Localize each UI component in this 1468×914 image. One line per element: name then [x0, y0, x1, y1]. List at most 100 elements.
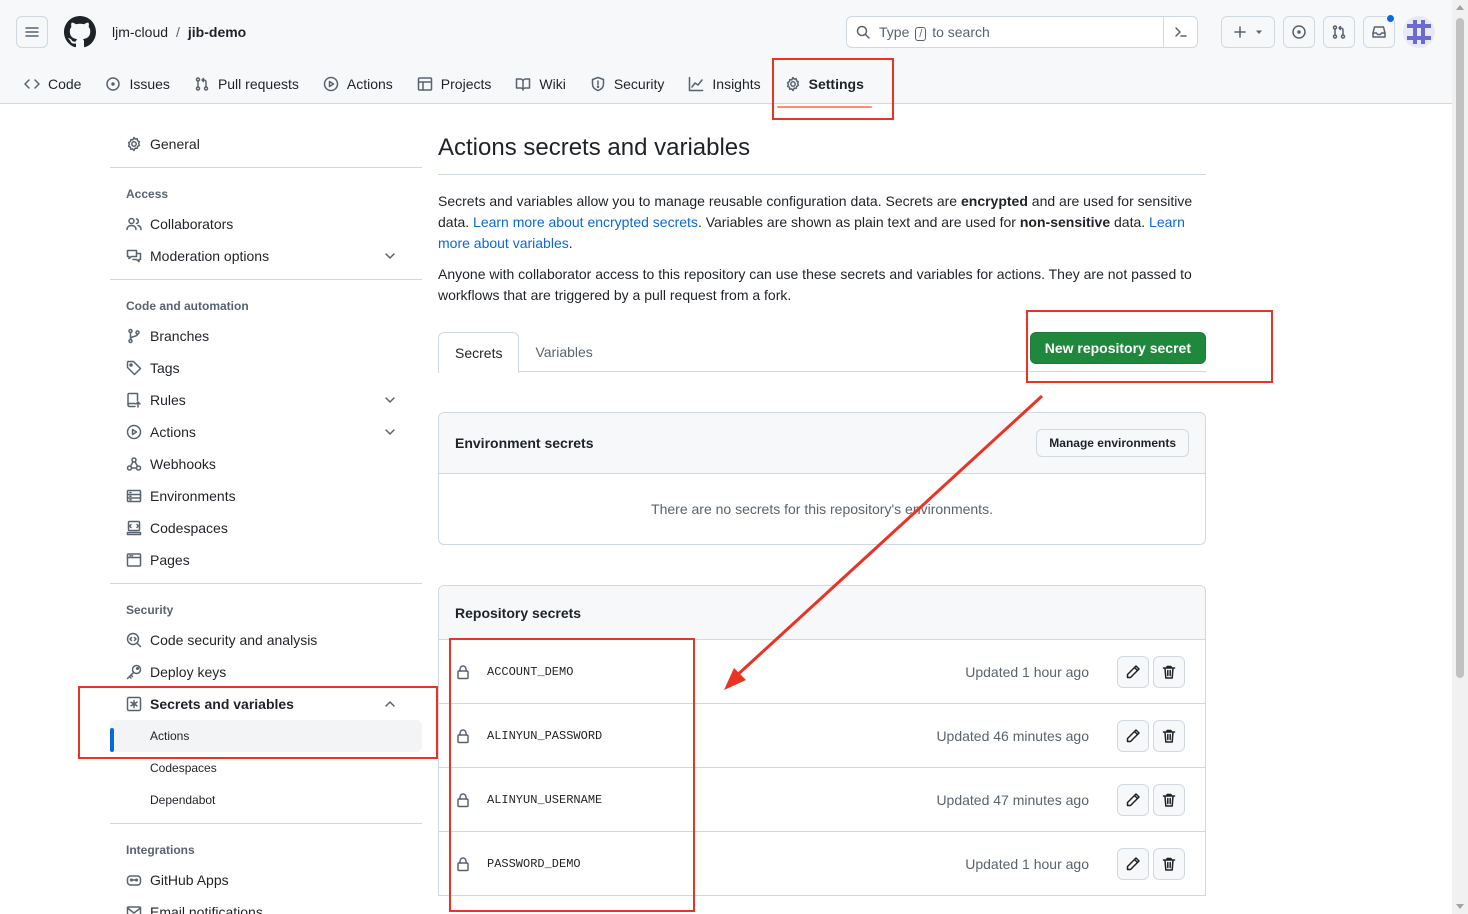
sidebar-divider	[110, 583, 422, 584]
sidebar-item-label: Branches	[150, 328, 210, 344]
sidebar-item-label: Tags	[150, 360, 180, 376]
lock-icon	[457, 856, 469, 871]
repo-link[interactable]: jib-demo	[188, 24, 246, 40]
menu-button[interactable]	[16, 16, 48, 48]
sidebar-item-codespaces[interactable]: Codespaces	[110, 512, 422, 544]
sidebar-item-pages[interactable]: Pages	[110, 544, 422, 576]
sidebar-heading-security: Security	[126, 603, 174, 617]
sidebar-item-moderation[interactable]: Moderation options	[110, 240, 422, 272]
secret-updated: Updated 47 minutes ago	[936, 791, 1089, 808]
git-branch-icon	[128, 328, 140, 344]
table-icon	[417, 77, 433, 91]
scroll-up-arrow-icon[interactable]	[1456, 5, 1464, 10]
sidebar-item-email-notifications[interactable]: Email notifications	[110, 896, 422, 914]
lock-icon	[457, 728, 469, 743]
sidebar-subitem-actions[interactable]: Actions	[110, 720, 422, 752]
edit-secret-button[interactable]	[1117, 783, 1149, 816]
sidebar-item-github-apps[interactable]: GitHub Apps	[110, 864, 422, 896]
edit-secret-button[interactable]	[1117, 719, 1149, 752]
new-repository-secret-button[interactable]: New repository secret	[1029, 332, 1206, 364]
sidebar-divider	[110, 167, 422, 168]
description-emphasis: encrypted	[960, 193, 1028, 209]
sidebar-item-label: Environments	[150, 488, 236, 504]
tab-variables[interactable]: Variables	[519, 332, 608, 372]
sidebar-item-deploy-keys[interactable]: Deploy keys	[110, 656, 422, 688]
sidebar-subitem-codespaces[interactable]: Codespaces	[110, 752, 422, 784]
lock-icon	[457, 792, 469, 807]
sidebar-divider	[110, 823, 422, 824]
hubot-icon	[126, 875, 142, 886]
delete-secret-button[interactable]	[1153, 719, 1185, 752]
delete-secret-button[interactable]	[1153, 783, 1185, 816]
avatar[interactable]	[1403, 16, 1435, 48]
sidebar-heading-integrations: Integrations	[126, 843, 195, 857]
issues-button[interactable]	[1283, 16, 1315, 48]
tab-pull-requests[interactable]: Pull requests	[186, 68, 307, 100]
repository-secrets-box: Repository secrets ACCOUNT_DEMO Updated …	[438, 585, 1206, 896]
tab-insights[interactable]: Insights	[680, 68, 768, 100]
sidebar-item-webhooks[interactable]: Webhooks	[110, 448, 422, 480]
search-input[interactable]: Type / to search	[846, 16, 1198, 48]
edit-secret-button[interactable]	[1117, 847, 1149, 880]
create-new-button[interactable]	[1221, 16, 1275, 48]
scroll-thumb[interactable]	[1456, 18, 1464, 678]
sidebar-item-general[interactable]: General	[110, 128, 422, 160]
table-row: ACCOUNT_DEMO Updated 1 hour ago	[439, 640, 1205, 704]
secret-updated: Updated 1 hour ago	[965, 855, 1089, 872]
chevron-down-icon	[385, 397, 395, 403]
trash-icon	[1162, 857, 1176, 871]
tab-issues[interactable]: Issues	[97, 68, 177, 100]
play-icon	[323, 76, 339, 92]
sidebar-subitem-dependabot[interactable]: Dependabot	[110, 784, 422, 816]
command-palette-button[interactable]	[1163, 17, 1197, 47]
repository-secrets-header: Repository secrets	[439, 586, 1205, 640]
manage-environments-button[interactable]: Manage environments	[1036, 429, 1189, 457]
sidebar-item-branches[interactable]: Branches	[110, 320, 422, 352]
edit-secret-button[interactable]	[1117, 655, 1149, 688]
tab-security[interactable]: Security	[582, 68, 673, 100]
tab-actions[interactable]: Actions	[315, 68, 401, 100]
tab-settings[interactable]: Settings	[776, 68, 873, 108]
owner-link[interactable]: ljm-cloud	[112, 24, 168, 40]
tab-secrets[interactable]: Secrets	[438, 332, 520, 373]
hamburger-icon	[25, 27, 39, 37]
github-logo-icon[interactable]	[64, 16, 96, 48]
sidebar-item-collaborators[interactable]: Collaborators	[110, 208, 422, 240]
sidebar-item-label: Secrets and variables	[150, 696, 294, 712]
sidebar-subitem-label: Dependabot	[150, 793, 216, 807]
tab-issues-label: Issues	[129, 76, 170, 92]
search-placeholder-post: to search	[932, 23, 990, 40]
issue-icon	[106, 77, 121, 91]
sidebar-item-secrets-and-variables[interactable]: Secrets and variables	[110, 688, 422, 720]
trash-icon	[1162, 729, 1176, 743]
tag-icon	[126, 360, 142, 376]
environment-secrets-empty: There are no secrets for this repository…	[651, 501, 993, 517]
key-icon	[126, 664, 142, 680]
book-icon	[516, 78, 531, 91]
sidebar-item-label: Actions	[150, 424, 196, 440]
breadcrumb-separator: /	[176, 24, 180, 40]
learn-more-secrets-link[interactable]: Learn more about encrypted secrets	[473, 214, 698, 230]
page-scrollbar[interactable]	[1452, 0, 1468, 914]
delete-secret-button[interactable]	[1153, 655, 1185, 688]
browser-icon	[126, 553, 142, 567]
sidebar-item-tags[interactable]: Tags	[110, 352, 422, 384]
sidebar-item-environments[interactable]: Environments	[110, 480, 422, 512]
sidebar-item-code-security[interactable]: Code security and analysis	[110, 624, 422, 656]
scroll-down-arrow-icon[interactable]	[1456, 904, 1464, 909]
sidebar-item-rules[interactable]: Rules	[110, 384, 422, 416]
tab-wiki[interactable]: Wiki	[507, 68, 573, 100]
search-shortcut-key: /	[915, 26, 927, 41]
tab-projects[interactable]: Projects	[409, 68, 500, 100]
pencil-icon	[1126, 792, 1140, 806]
terminal-icon	[1174, 27, 1187, 37]
pull-request-icon	[195, 77, 209, 91]
chevron-down-icon	[385, 429, 395, 435]
plus-icon	[1234, 26, 1246, 38]
sidebar-item-actions[interactable]: Actions	[110, 416, 422, 448]
settings-sidebar: General Access Collaborators Moderation …	[110, 128, 422, 914]
pull-requests-button[interactable]	[1323, 16, 1355, 48]
sidebar-item-label: Moderation options	[150, 248, 270, 264]
delete-secret-button[interactable]	[1153, 847, 1185, 880]
tab-code[interactable]: Code	[16, 68, 89, 100]
